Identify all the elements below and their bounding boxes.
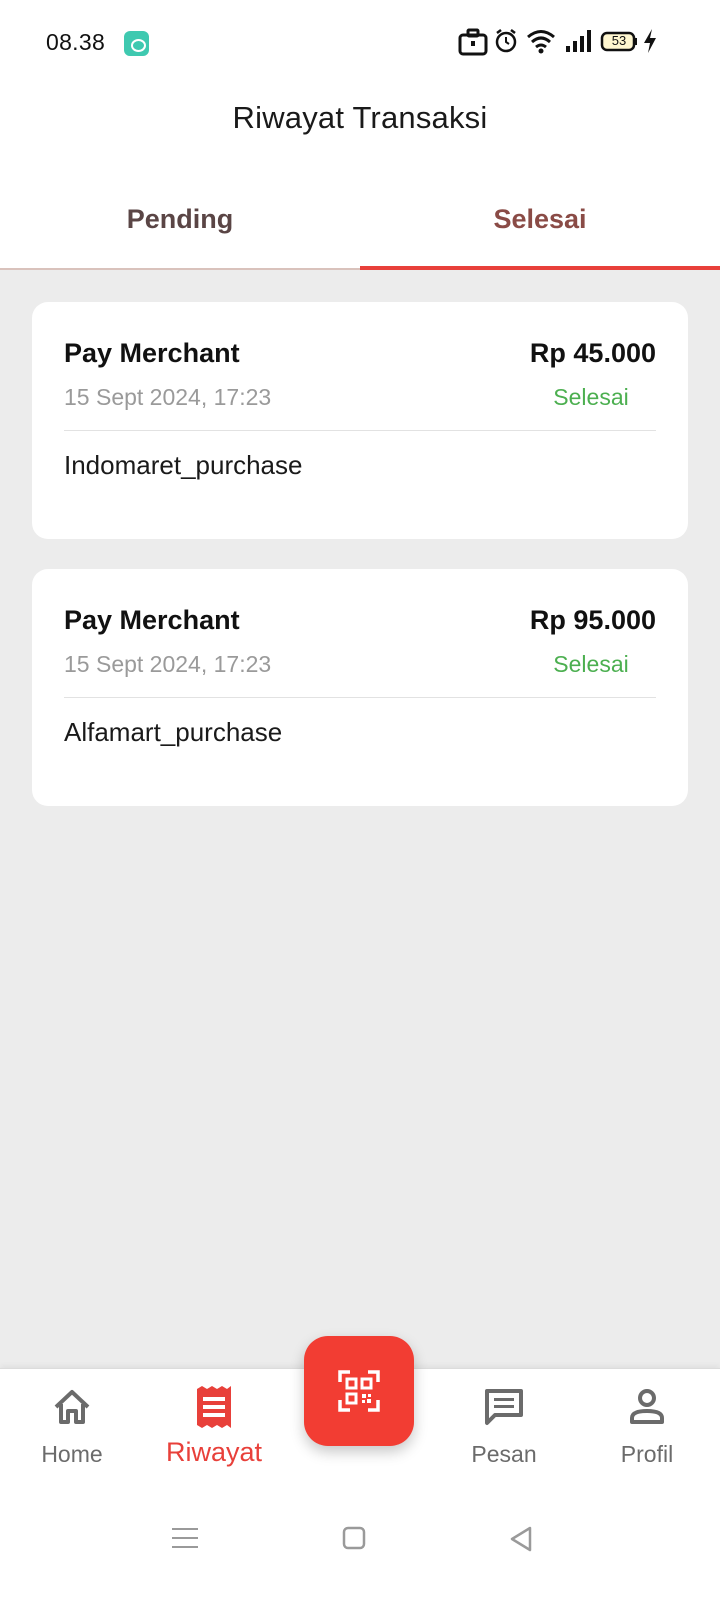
transaction-amount: Rp 95.000 (529, 605, 656, 635)
transaction-status: Selesai (553, 651, 629, 677)
tab-pending[interactable]: Pending (0, 178, 360, 270)
qr-scan-icon (338, 1370, 380, 1412)
nav-label-pesan: Pesan (471, 1441, 537, 1467)
alarm-icon (495, 29, 517, 53)
wifi-icon (527, 30, 555, 54)
charging-icon (644, 29, 656, 53)
briefcase-icon (458, 28, 488, 56)
system-nav-bar (0, 1488, 720, 1600)
menu-icon[interactable] (172, 1526, 198, 1550)
transaction-date: 15 Sept 2024, 17:23 (64, 651, 272, 677)
nav-item-profil[interactable]: Profil (577, 1385, 717, 1468)
qr-scan-button[interactable] (304, 1336, 414, 1446)
nav-label-profil: Profil (620, 1441, 674, 1467)
nav-label-home: Home (41, 1441, 103, 1467)
back-icon[interactable] (508, 1526, 534, 1552)
home-button-icon[interactable] (342, 1526, 366, 1550)
transaction-description: Indomaret_purchase (64, 450, 303, 480)
profile-icon (630, 1389, 664, 1424)
app-notification-icon (124, 31, 149, 56)
transaction-description: Alfamart_purchase (64, 717, 283, 747)
nav-item-pesan[interactable]: Pesan (434, 1385, 574, 1468)
signal-icon (566, 30, 591, 52)
receipt-icon (197, 1386, 231, 1428)
tab-selesai[interactable]: Selesai (360, 178, 720, 270)
page-title: Riwayat Transaksi (232, 100, 488, 135)
transaction-type: Pay Merchant (64, 338, 240, 368)
battery-level: 53 (611, 33, 627, 48)
tab-bar: Pending Selesai (0, 178, 720, 270)
screen: 08.38 53 Riwayat Transaksi Pending Seles… (0, 0, 720, 1600)
transaction-card[interactable]: Pay Merchant Rp 45.000 15 Sept 2024, 17:… (32, 302, 688, 539)
nav-label-riwayat: Riwayat (165, 1437, 263, 1467)
home-icon (54, 1390, 90, 1424)
message-icon (485, 1389, 523, 1425)
status-time: 08.38 (46, 29, 106, 55)
transaction-type: Pay Merchant (64, 605, 240, 635)
app-header: Riwayat Transaksi (0, 86, 720, 178)
nav-item-riwayat[interactable]: Riwayat (144, 1385, 284, 1468)
nav-item-home[interactable]: Home (2, 1385, 142, 1468)
transaction-status: Selesai (553, 384, 629, 410)
transaction-date: 15 Sept 2024, 17:23 (64, 384, 272, 410)
divider (64, 430, 656, 431)
divider (64, 697, 656, 698)
transaction-amount: Rp 45.000 (529, 338, 656, 368)
transaction-list: Pay Merchant Rp 45.000 15 Sept 2024, 17:… (32, 302, 688, 836)
transaction-card[interactable]: Pay Merchant Rp 95.000 15 Sept 2024, 17:… (32, 569, 688, 806)
status-bar: 08.38 53 (0, 0, 720, 86)
